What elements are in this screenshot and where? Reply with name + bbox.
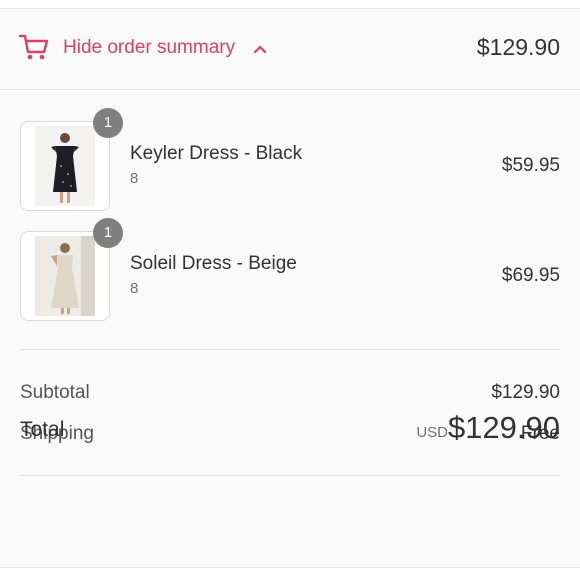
product-price: $69.95: [501, 265, 560, 286]
product-thumbnail: 1: [20, 108, 123, 211]
quantity-badge: 1: [93, 218, 123, 248]
product-variant: 8: [130, 170, 139, 187]
subtotal-label: Subtotal: [20, 382, 90, 403]
chevron-up-icon: [253, 45, 267, 54]
bottom-edge: [0, 567, 580, 581]
total-label: Total: [20, 418, 65, 441]
dress-image: [21, 122, 109, 210]
order-summary-panel: 1 Keyler Dress - Black 8 $59.95 1 Soleil…: [0, 90, 580, 580]
cart-icon: [19, 34, 49, 60]
quantity-badge: 1: [93, 108, 123, 138]
total-amount: $129.90: [447, 410, 560, 445]
line-item: 1 Soleil Dress - Beige 8 $69.95: [20, 218, 560, 321]
toggle-total-price: $129.90: [476, 34, 560, 60]
product-thumbnail: 1: [20, 218, 123, 321]
product-price: $59.95: [501, 155, 560, 176]
top-edge: [0, 0, 580, 9]
divider: [20, 475, 560, 476]
divider: [20, 349, 560, 350]
toggle-label[interactable]: Hide order summary: [63, 37, 235, 59]
line-item: 1 Keyler Dress - Black 8 $59.95: [20, 108, 560, 211]
product-name: Soleil Dress - Beige: [130, 253, 297, 274]
product-variant: 8: [130, 280, 139, 297]
order-summary-toggle[interactable]: Hide order summary $129.90: [0, 9, 580, 90]
dress-image: [21, 232, 109, 320]
product-name: Keyler Dress - Black: [130, 143, 303, 164]
subtotal-value: $129.90: [491, 382, 560, 403]
currency-code: USD: [416, 424, 448, 441]
